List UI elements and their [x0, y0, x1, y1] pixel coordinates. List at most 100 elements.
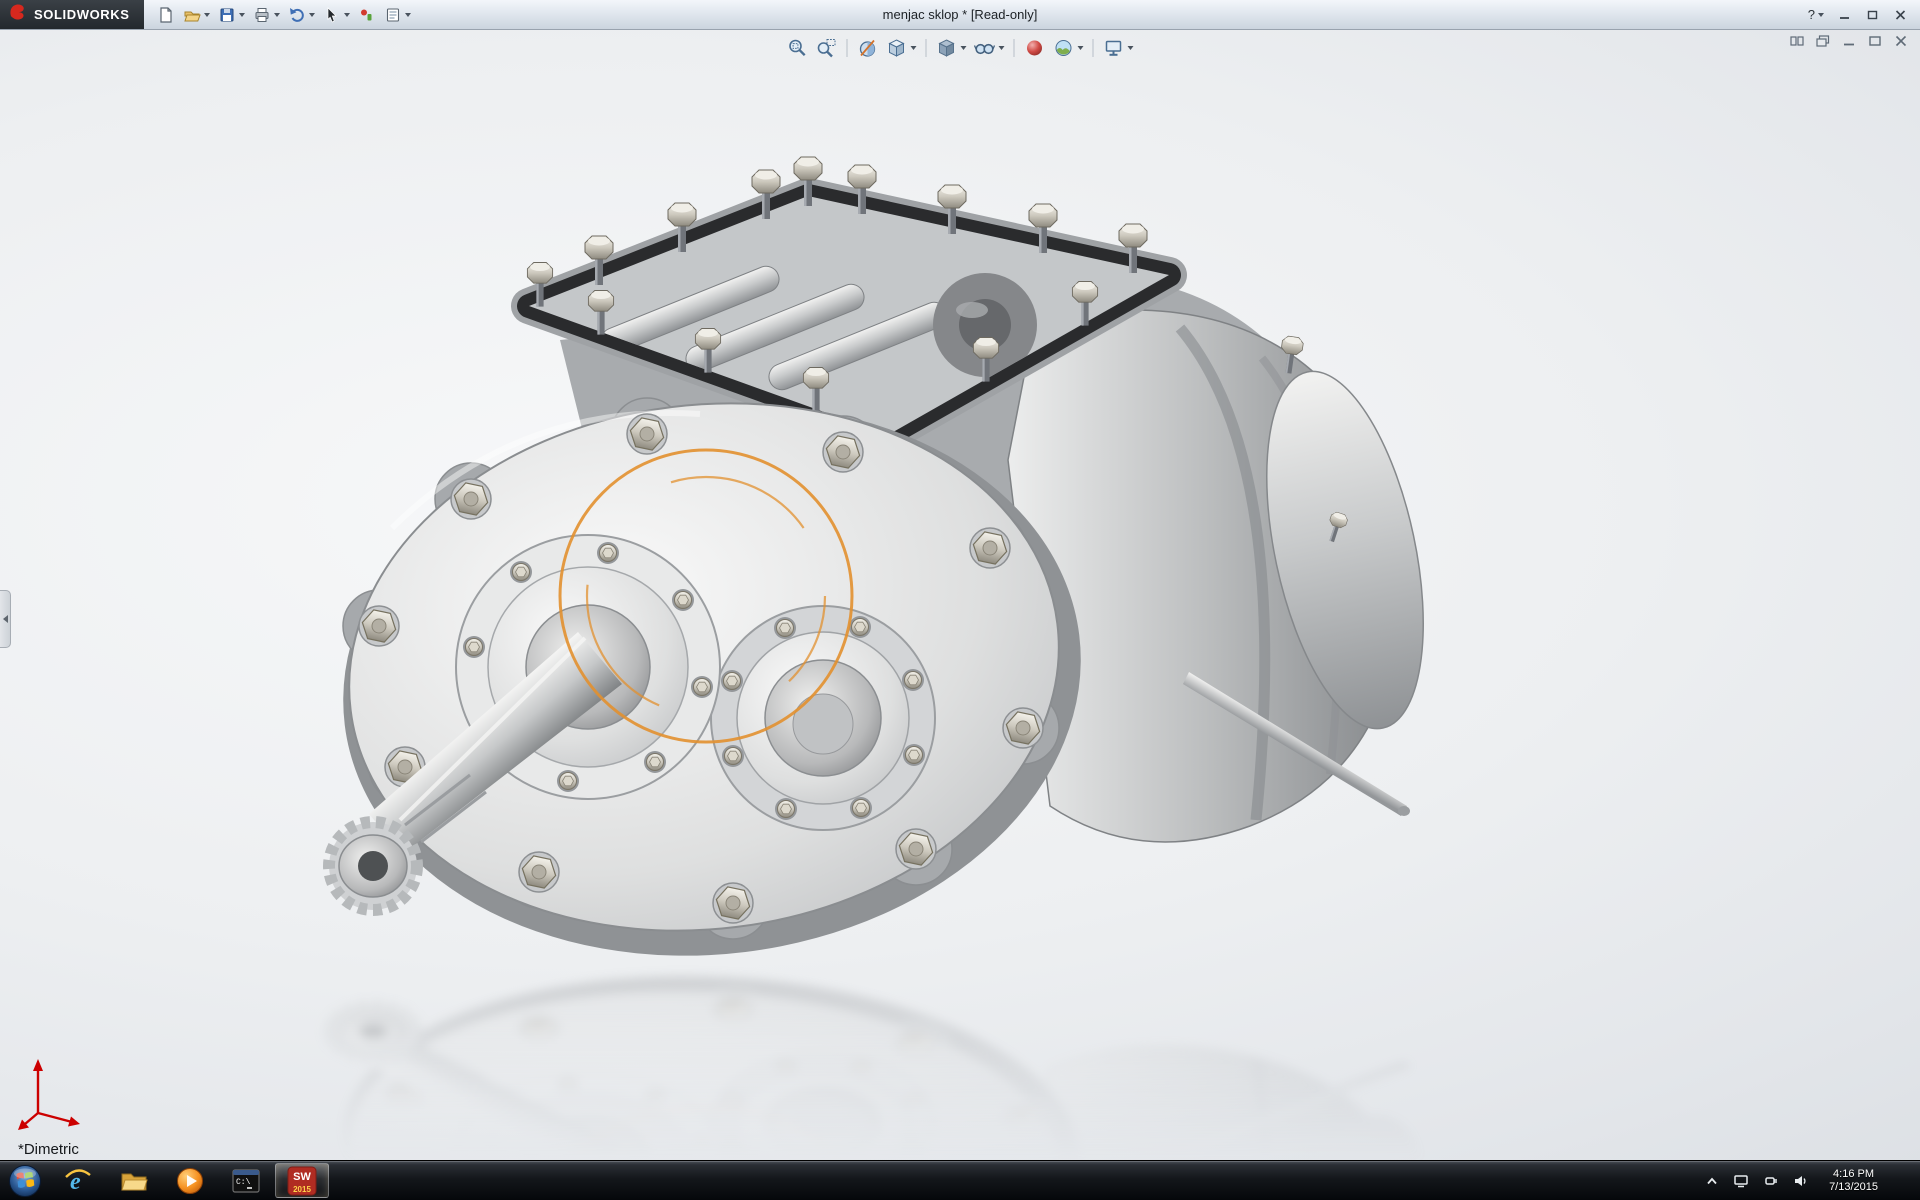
edit-appearance-button[interactable]: [1022, 35, 1048, 61]
close-button[interactable]: [1888, 6, 1912, 24]
open-dropdown-caret[interactable]: [204, 13, 210, 17]
power-tray-icon[interactable]: [1761, 1172, 1781, 1190]
hide-show-items-button[interactable]: [972, 35, 1007, 61]
new-document-button[interactable]: [154, 3, 178, 27]
toolbar-separator: [926, 39, 927, 57]
hide-show-glasses-icon: [974, 37, 996, 59]
open-folder-icon: [183, 6, 201, 24]
zoom-to-fit-button[interactable]: [785, 35, 811, 61]
display-style-icon: [936, 37, 958, 59]
taskbar-item-solidworks-2015[interactable]: SW 2015: [275, 1163, 329, 1198]
tile-windows-button[interactable]: [1788, 33, 1806, 49]
cascade-windows-button[interactable]: [1814, 33, 1832, 49]
reference-triad: [14, 1049, 96, 1136]
collapse-arrow-icon: [3, 615, 8, 623]
apply-scene-button[interactable]: [1051, 35, 1086, 61]
svg-text:C:\: C:\: [236, 1178, 251, 1187]
feature-manager-collapse-tab[interactable]: [0, 590, 11, 648]
display-style-caret[interactable]: [961, 46, 967, 50]
select-button[interactable]: [320, 3, 353, 27]
windows-start-orb-icon: [8, 1164, 42, 1198]
system-tray: 4:16 PM 7/13/2015: [1697, 1161, 1920, 1200]
save-dropdown-caret[interactable]: [239, 13, 245, 17]
titlebar: SOLIDWORKS: [0, 0, 1920, 30]
solidworks-2015-icon: SW 2015: [287, 1166, 317, 1196]
apply-scene-caret[interactable]: [1078, 46, 1084, 50]
model-viewport[interactable]: [0, 30, 1920, 1160]
zoom-to-fit-icon: [787, 37, 809, 59]
taskbar-item-file-explorer[interactable]: [107, 1163, 161, 1198]
undo-icon: [288, 6, 306, 24]
display-style-button[interactable]: [934, 35, 969, 61]
triad-axes-icon: [14, 1049, 96, 1131]
zoom-to-area-icon: [816, 37, 838, 59]
view-settings-button[interactable]: [1101, 35, 1136, 61]
save-button[interactable]: [215, 3, 248, 27]
print-dropdown-caret[interactable]: [274, 13, 280, 17]
select-cursor-icon: [323, 6, 341, 24]
standard-toolbar: [154, 3, 414, 27]
print-button[interactable]: [250, 3, 283, 27]
view-settings-caret[interactable]: [1128, 46, 1134, 50]
windows-taskbar: e: [0, 1160, 1920, 1200]
graphics-area: *Dimetric: [0, 30, 1920, 1160]
help-dropdown-caret[interactable]: [1818, 13, 1824, 17]
options-button[interactable]: [381, 3, 414, 27]
command-prompt-icon: C:\: [231, 1166, 261, 1196]
internet-explorer-icon: e: [63, 1166, 93, 1196]
dassault-3ds-logo-icon: [8, 2, 28, 27]
taskbar-item-command-prompt[interactable]: C:\: [219, 1163, 273, 1198]
clock-date: 7/13/2015: [1829, 1181, 1878, 1194]
save-floppy-icon: [218, 6, 236, 24]
select-dropdown-caret[interactable]: [344, 13, 350, 17]
section-view-button[interactable]: [855, 35, 881, 61]
help-button[interactable]: ?: [1804, 5, 1828, 24]
model-reflection: [311, 950, 1451, 1160]
taskbar-item-internet-explorer[interactable]: e: [51, 1163, 105, 1198]
taskbar-clock[interactable]: 4:16 PM 7/13/2015: [1821, 1168, 1886, 1194]
heads-up-view-toolbar: [779, 33, 1142, 63]
display-tray-icon[interactable]: [1731, 1172, 1751, 1190]
volume-tray-icon[interactable]: [1791, 1172, 1811, 1190]
view-orientation-cube-icon: [886, 37, 908, 59]
open-button[interactable]: [180, 3, 213, 27]
svg-text:2015: 2015: [293, 1185, 311, 1194]
minimize-button[interactable]: [1832, 6, 1856, 24]
view-orientation-label: *Dimetric: [18, 1141, 79, 1158]
clock-time: 4:16 PM: [1829, 1168, 1878, 1181]
solidworks-window: SOLIDWORKS: [0, 0, 1920, 1200]
document-close-button[interactable]: [1892, 33, 1910, 49]
document-restore-button[interactable]: [1866, 33, 1884, 49]
restore-button[interactable]: [1860, 6, 1884, 24]
start-button[interactable]: [0, 1161, 50, 1200]
quick-tools-icon: [358, 6, 376, 24]
undo-button[interactable]: [285, 3, 318, 27]
taskbar-item-media-player[interactable]: [163, 1163, 217, 1198]
document-window-controls: [1788, 33, 1910, 49]
undo-dropdown-caret[interactable]: [309, 13, 315, 17]
solidworks-logo: SOLIDWORKS: [0, 0, 144, 29]
quick-tools-button[interactable]: [355, 3, 379, 27]
svg-text:SW: SW: [293, 1171, 311, 1183]
zoom-to-area-button[interactable]: [814, 35, 840, 61]
apply-scene-icon: [1053, 37, 1075, 59]
new-document-icon: [157, 6, 175, 24]
view-orientation-button[interactable]: [884, 35, 919, 61]
toolbar-separator: [1093, 39, 1094, 57]
options-dropdown-caret[interactable]: [405, 13, 411, 17]
solidworks-wordmark: SOLIDWORKS: [34, 7, 130, 22]
edit-appearance-ball-icon: [1024, 37, 1046, 59]
media-player-icon: [175, 1166, 205, 1196]
view-orientation-caret[interactable]: [911, 46, 917, 50]
view-settings-icon: [1103, 37, 1125, 59]
folder-icon: [119, 1166, 149, 1196]
hide-show-items-caret[interactable]: [999, 46, 1005, 50]
window-controls: ?: [1804, 5, 1920, 24]
print-icon: [253, 6, 271, 24]
document-minimize-button[interactable]: [1840, 33, 1858, 49]
gearbox-model: [311, 157, 1451, 997]
toolbar-separator: [1014, 39, 1015, 57]
options-sheet-icon: [384, 6, 402, 24]
show-hidden-icons-button[interactable]: [1703, 1173, 1721, 1189]
toolbar-separator: [847, 39, 848, 57]
